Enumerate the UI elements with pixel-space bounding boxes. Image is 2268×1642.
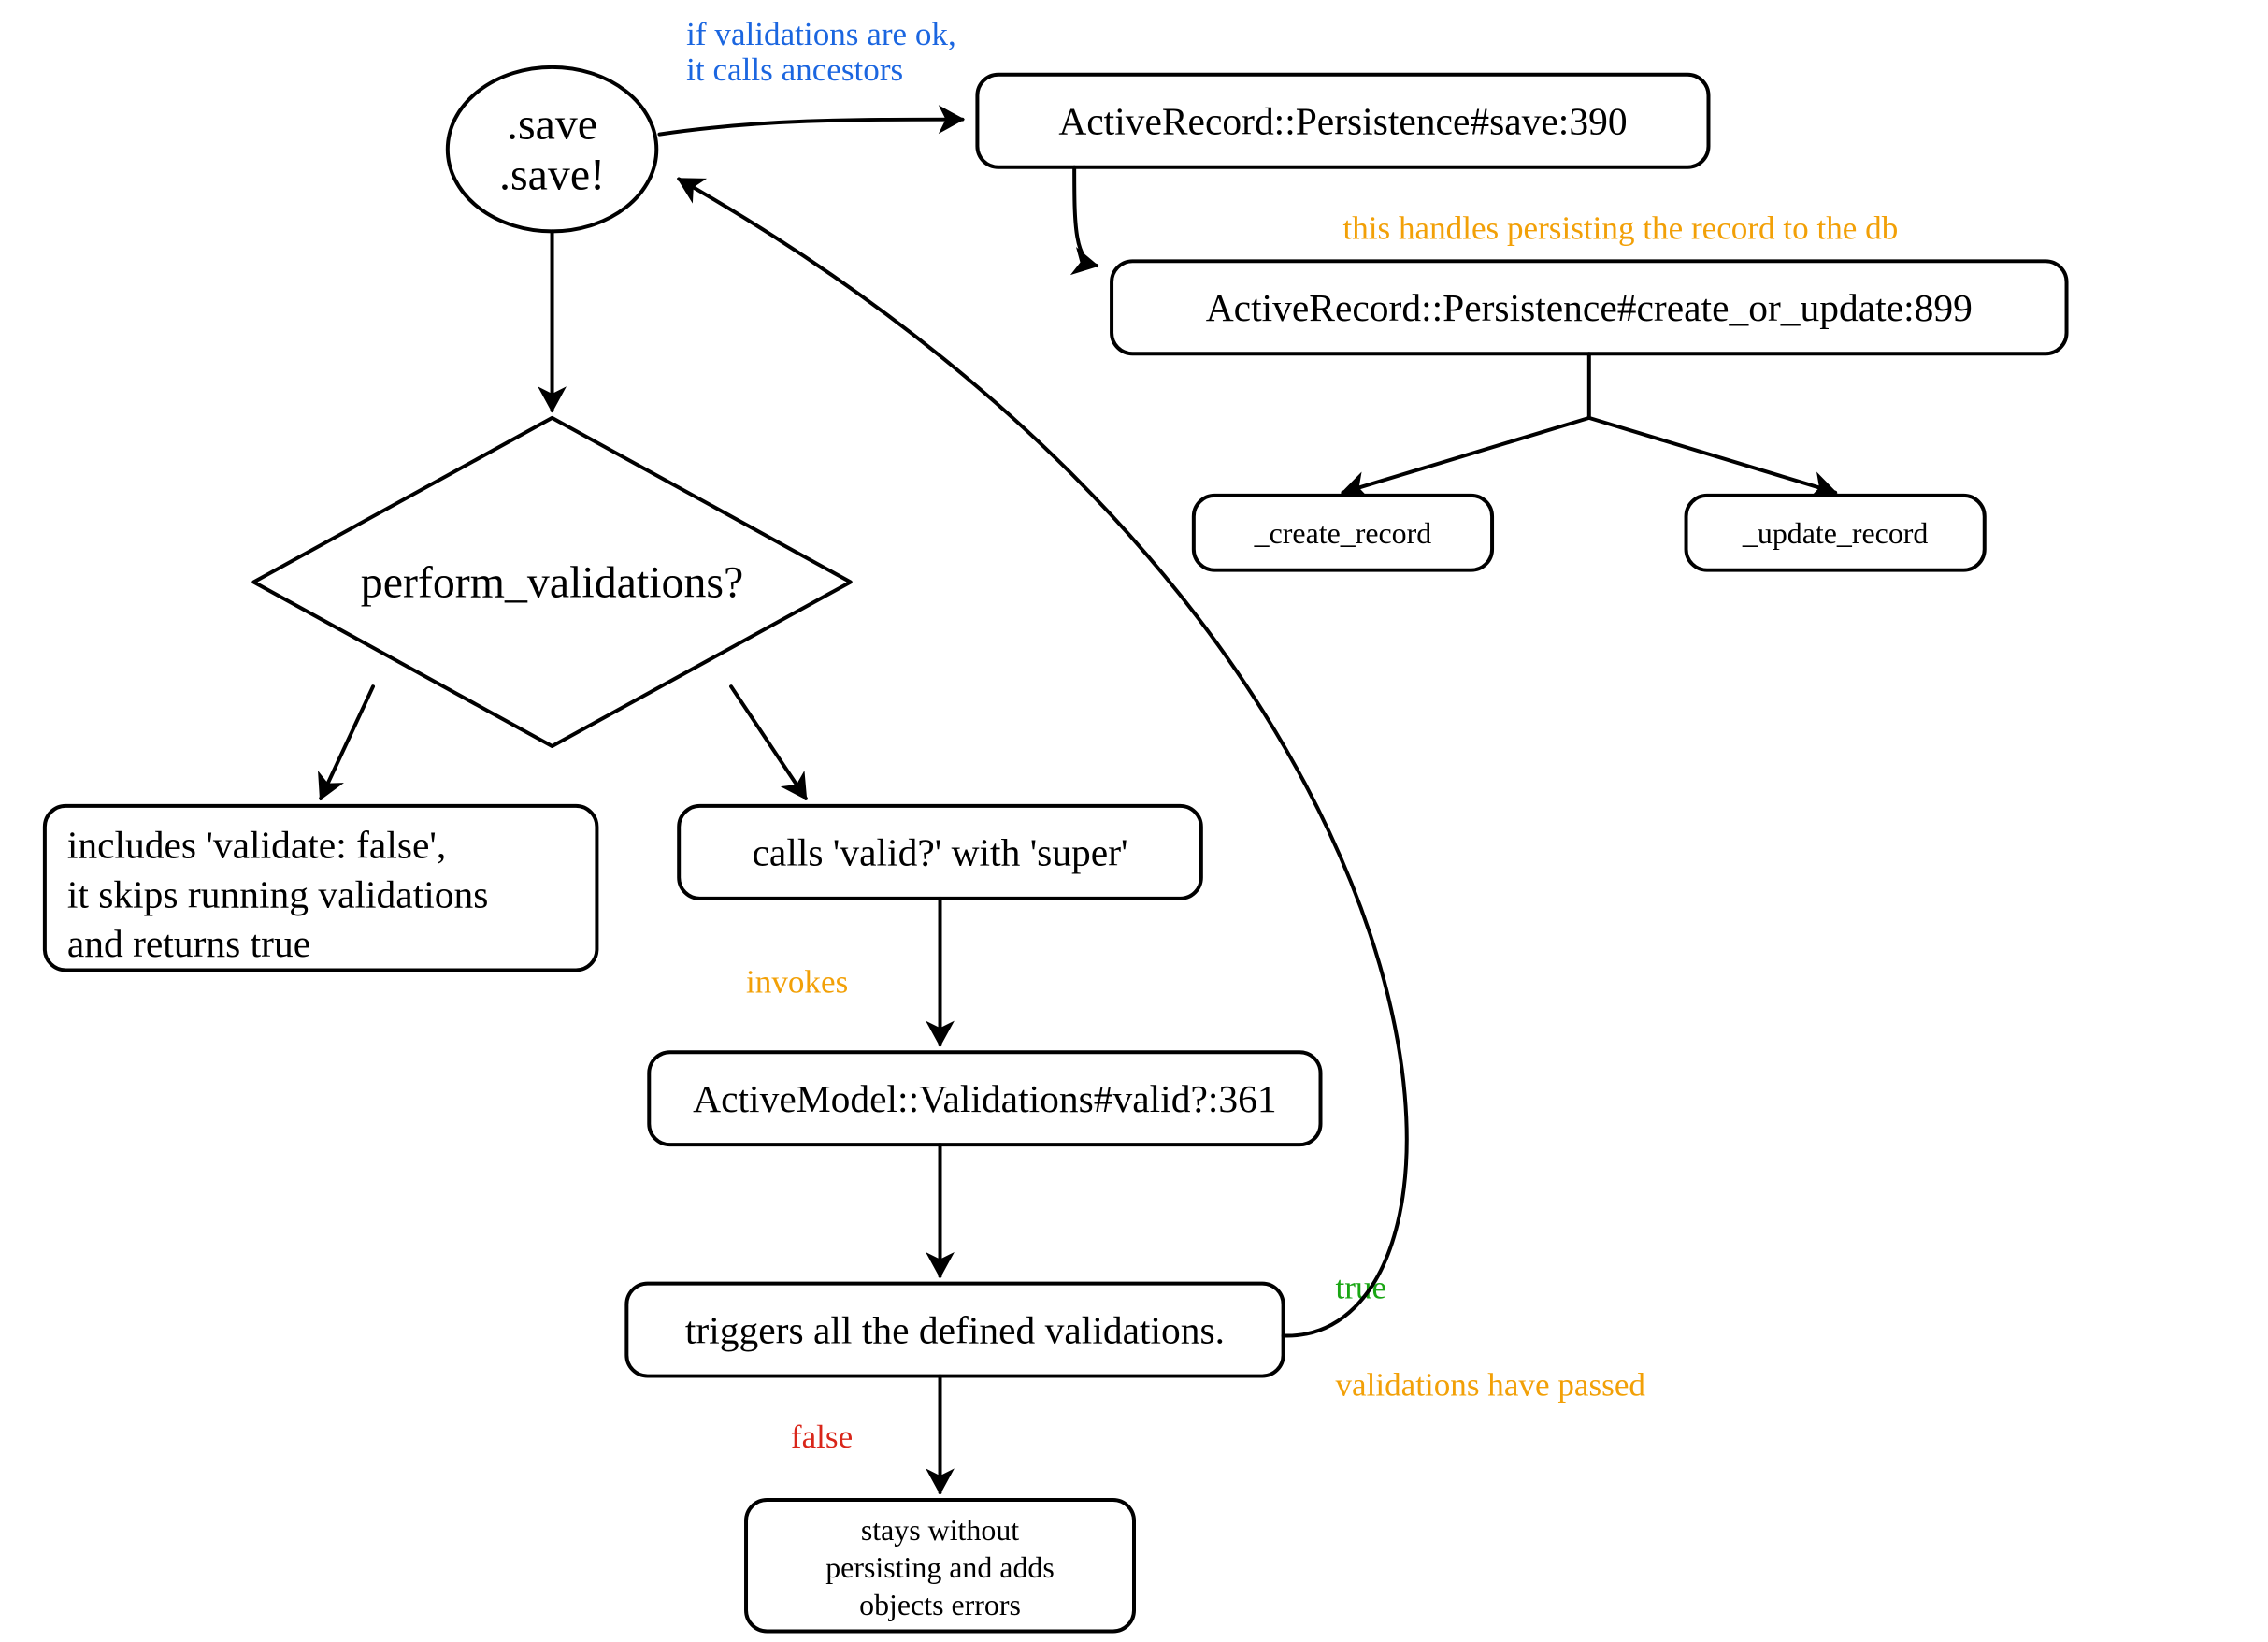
- calls-valid-text: calls 'valid?' with 'super': [753, 831, 1128, 874]
- ar-cou-text: ActiveRecord::Persistence#create_or_upda…: [1206, 286, 1973, 329]
- node-calls-valid: calls 'valid?' with 'super': [679, 806, 1201, 899]
- stays-text-3: objects errors: [859, 1589, 1021, 1621]
- anno-handles-db: this handles persisting the record to th…: [1342, 209, 1898, 246]
- anno-false: false: [791, 1419, 853, 1455]
- start-text-2: .save!: [499, 151, 605, 200]
- edge-arsave-to-cou: [1074, 167, 1097, 266]
- skip-text-1: includes 'validate: false',: [67, 824, 446, 867]
- node-create-record: _create_record: [1194, 496, 1492, 570]
- edge-decision-to-callsvalid: [731, 686, 806, 799]
- start-text-1: .save: [507, 99, 597, 149]
- ar-save-text: ActiveRecord::Persistence#save:390: [1058, 100, 1627, 143]
- node-triggers: triggers all the defined validations.: [626, 1284, 1283, 1376]
- node-start: .save .save!: [448, 67, 656, 232]
- update-record-text: _update_record: [1742, 517, 1928, 550]
- skip-text-3: and returns true: [67, 922, 310, 965]
- skip-text-2: it skips running validations: [67, 872, 489, 915]
- edge-start-to-arsave: [659, 120, 962, 135]
- anno-invokes: invokes: [746, 963, 848, 1000]
- triggers-text: triggers all the defined validations.: [685, 1308, 1225, 1351]
- am-valid-text: ActiveModel::Validations#valid?:361: [693, 1077, 1276, 1120]
- stays-text-2: persisting and adds: [825, 1551, 1055, 1584]
- node-update-record: _update_record: [1687, 496, 1985, 570]
- edge-cou-to-update: [1589, 418, 1835, 493]
- edge-cou-to-create: [1342, 418, 1588, 493]
- node-ar-save: ActiveRecord::Persistence#save:390: [977, 75, 1708, 167]
- stays-text-1: stays without: [861, 1514, 1019, 1547]
- node-decision: perform_validations?: [253, 418, 850, 746]
- node-ar-cou: ActiveRecord::Persistence#create_or_upda…: [1112, 261, 2066, 353]
- decision-text: perform_validations?: [361, 557, 743, 607]
- anno-ancestors-2: it calls ancestors: [686, 51, 903, 88]
- node-am-valid: ActiveModel::Validations#valid?:361: [649, 1052, 1320, 1145]
- edge-decision-to-skip: [321, 686, 373, 799]
- anno-validations-passed: validations have passed: [1335, 1366, 1645, 1403]
- node-stays: stays without persisting and adds object…: [746, 1500, 1134, 1631]
- anno-ancestors-1: if validations are ok,: [686, 16, 956, 52]
- node-skip: includes 'validate: false', it skips run…: [45, 806, 597, 971]
- flowchart: .save .save! if validations are ok, it c…: [0, 0, 2268, 1642]
- create-record-text: _create_record: [1254, 517, 1432, 550]
